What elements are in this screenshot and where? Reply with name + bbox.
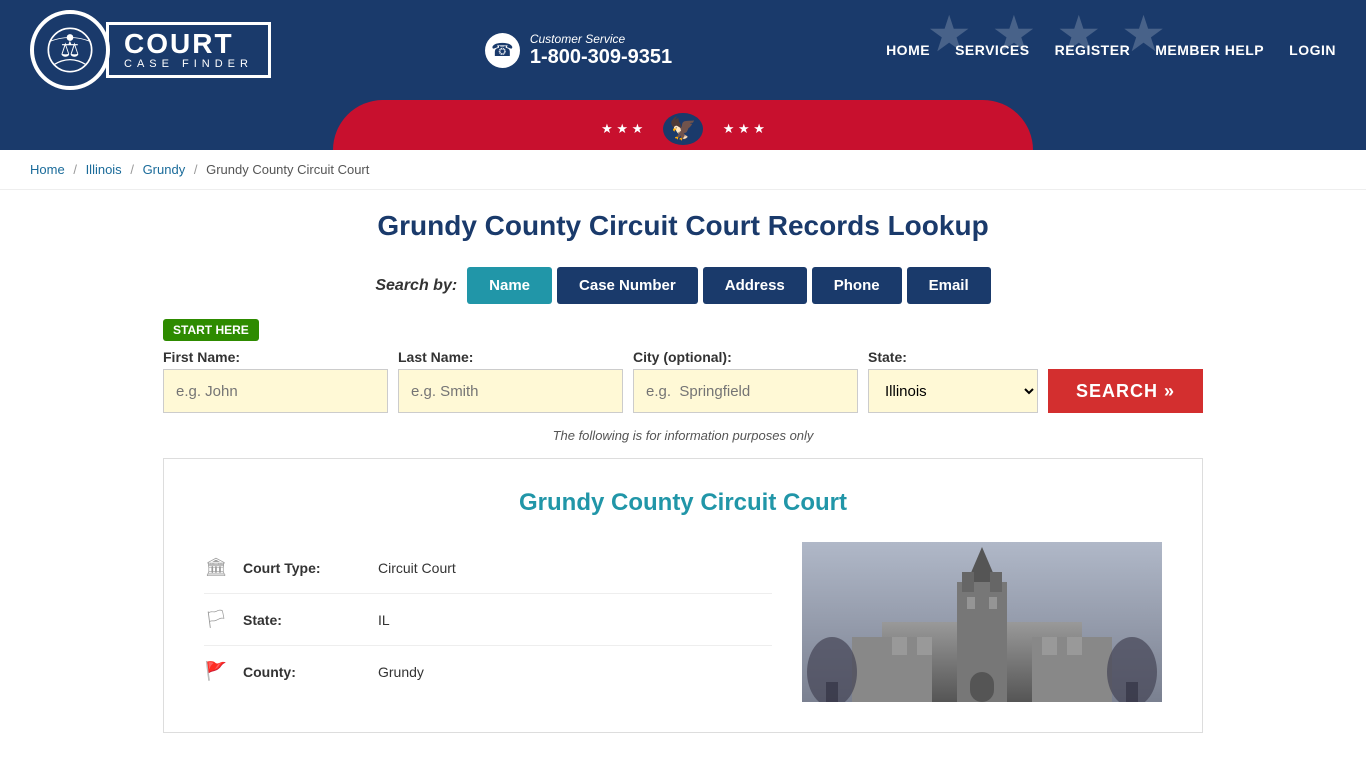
search-by-label: Search by: [375,277,457,295]
state-label: State: [868,349,1038,365]
court-image-placeholder [802,542,1162,702]
tab-address[interactable]: Address [703,267,807,304]
page-title: Grundy County Circuit Court Records Look… [163,210,1203,242]
tab-case-number[interactable]: Case Number [557,267,698,304]
tab-email[interactable]: Email [907,267,991,304]
nav-services[interactable]: SERVICES [955,42,1030,58]
building-icon: 🏛 [204,557,228,578]
last-name-label: Last Name: [398,349,623,365]
start-here-text: START HERE [163,319,259,341]
court-type-label: Court Type: [243,560,363,576]
last-name-field: Last Name: [398,349,623,413]
courthouse-illustration [802,542,1162,702]
state-detail-value: IL [378,612,390,628]
cs-label: Customer Service [530,32,672,46]
customer-service: ☎ Customer Service 1-800-309-9351 [485,32,672,69]
logo-emblem-icon: ⚖ [45,25,95,75]
search-by-row: Search by: Name Case Number Address Phon… [163,267,1203,304]
first-name-input[interactable] [163,369,388,413]
breadcrumb-illinois[interactable]: Illinois [86,162,122,177]
nav-member-help[interactable]: MEMBER HELP [1155,42,1264,58]
first-name-field: First Name: [163,349,388,413]
state-row: 🏳 State: IL [204,594,772,646]
court-image [802,542,1162,702]
phone-icon: ☎ [485,33,520,68]
site-header: ★ ★ ★ ★ ⚖ COURT CASE FINDER ☎ Customer S… [0,0,1366,100]
city-input[interactable] [633,369,858,413]
eagle-row: ★ ★ ★ 🦅 ★ ★ ★ [0,113,1366,145]
main-nav: HOME SERVICES REGISTER MEMBER HELP LOGIN [886,42,1336,58]
court-type-row: 🏛 Court Type: Circuit Court [204,542,772,594]
nav-home[interactable]: HOME [886,42,930,58]
logo-case-finder-text: CASE FINDER [124,58,253,70]
stars-right: ★ ★ ★ [723,121,765,137]
breadcrumb-sep-1: / [73,162,77,177]
breadcrumb-sep-3: / [194,162,198,177]
eagle-banner: ★ ★ ★ 🦅 ★ ★ ★ [0,100,1366,150]
breadcrumb-grundy[interactable]: Grundy [143,162,186,177]
cs-phone: 1-800-309-9351 [530,46,672,69]
search-form: First Name: Last Name: City (optional): … [163,349,1203,413]
last-name-input[interactable] [398,369,623,413]
flag-icon: 🏳 [204,609,228,630]
breadcrumb-sep-2: / [130,162,134,177]
logo-text-block: COURT CASE FINDER [106,22,271,78]
city-label: City (optional): [633,349,858,365]
court-info-body: 🏛 Court Type: Circuit Court 🏳 State: IL … [204,542,1162,702]
state-select[interactable]: Illinois Alabama Alaska Arizona Arkansas… [868,369,1038,413]
eagle-icon: 🦅 [663,113,702,145]
first-name-label: First Name: [163,349,388,365]
state-detail-label: State: [243,612,363,628]
search-button[interactable]: SEARCH » [1048,369,1203,413]
cs-info: Customer Service 1-800-309-9351 [530,32,672,69]
logo-court-text: COURT [124,30,253,58]
main-content: Grundy County Circuit Court Records Look… [133,190,1233,753]
nav-register[interactable]: REGISTER [1055,42,1131,58]
nav-login[interactable]: LOGIN [1289,42,1336,58]
logo: ⚖ COURT CASE FINDER [30,10,271,90]
location-icon: 🚩 [204,661,228,682]
start-here-badge: START HERE [163,319,1203,349]
breadcrumb: Home / Illinois / Grundy / Grundy County… [0,150,1366,190]
county-value: Grundy [378,664,424,680]
info-note: The following is for information purpose… [163,428,1203,443]
court-card: Grundy County Circuit Court 🏛 Court Type… [163,458,1203,733]
tab-name[interactable]: Name [467,267,552,304]
court-type-value: Circuit Court [378,560,456,576]
stars-left: ★ ★ ★ [601,121,643,137]
county-row: 🚩 County: Grundy [204,646,772,697]
state-field: State: Illinois Alabama Alaska Arizona A… [868,349,1038,413]
breadcrumb-current: Grundy County Circuit Court [206,162,369,177]
city-field: City (optional): [633,349,858,413]
logo-circle: ⚖ [30,10,110,90]
county-label: County: [243,664,363,680]
tab-phone[interactable]: Phone [812,267,902,304]
court-details: 🏛 Court Type: Circuit Court 🏳 State: IL … [204,542,772,702]
breadcrumb-home[interactable]: Home [30,162,65,177]
court-card-title: Grundy County Circuit Court [204,489,1162,517]
